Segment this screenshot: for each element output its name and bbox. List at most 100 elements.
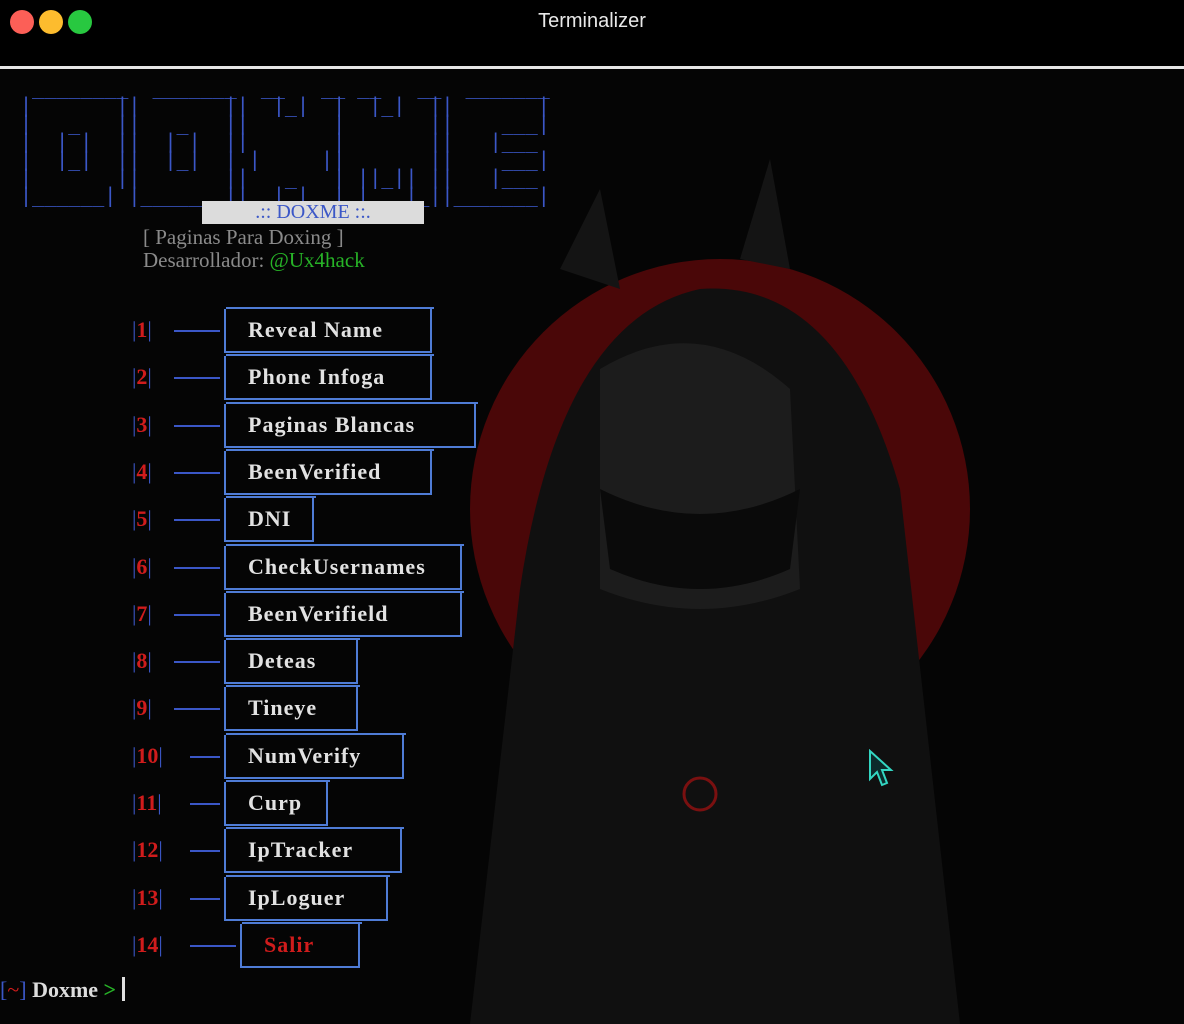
- menu-number-value: 14: [136, 932, 159, 957]
- menu-number-value: 11: [136, 790, 158, 815]
- menu-connector: [190, 945, 236, 947]
- menu-option-border-top: [226, 591, 464, 593]
- menu-item-4[interactable]: |4| BeenVerified: [0, 449, 520, 495]
- menu-option-box[interactable]: Phone Infoga: [224, 354, 434, 400]
- menu-item-2[interactable]: |2| Phone Infoga: [0, 354, 520, 400]
- menu-item-11[interactable]: |11| Curp: [0, 780, 520, 826]
- menu-option-box[interactable]: Salir: [240, 922, 362, 968]
- menu-item-number: |1|: [132, 317, 152, 342]
- menu-option-border-top: [226, 875, 390, 877]
- menu-item-number: |14|: [132, 932, 163, 957]
- menu-option-border-right: [358, 922, 360, 968]
- menu-number-value: 7: [136, 601, 148, 626]
- menu-option-box[interactable]: Curp: [224, 780, 330, 826]
- menu-item-8[interactable]: |8| Deteas: [0, 638, 520, 684]
- menu-option-label: Reveal Name: [248, 317, 384, 342]
- menu-item-7[interactable]: |7| BeenVerifield: [0, 591, 520, 637]
- menu-item-6[interactable]: |6| CheckUsernames: [0, 544, 520, 590]
- menu-option-border-right: [356, 685, 358, 731]
- prompt-close-bracket: ]: [19, 977, 27, 1002]
- menu-option-border-right: [386, 875, 388, 921]
- banner-subtitle: [ Paginas Para Doxing ]: [143, 225, 344, 249]
- prompt-tilde: ~: [7, 977, 20, 1002]
- menu-option-border-right: [430, 307, 432, 353]
- menu-item-10[interactable]: |10| NumVerify: [0, 733, 520, 779]
- menu-item-number: |5|: [132, 506, 152, 531]
- menu-option-border-top: [226, 544, 464, 546]
- menu-option-border-top: [226, 685, 360, 687]
- menu-option-label: DNI: [248, 506, 292, 531]
- menu-option-box[interactable]: Deteas: [224, 638, 360, 684]
- menu-option-border-top: [226, 402, 478, 404]
- command-prompt[interactable]: [~] Doxme >: [0, 977, 126, 1003]
- menu-option-label: IpLoguer: [248, 885, 346, 910]
- menu-connector: [174, 472, 220, 474]
- menu-item-5[interactable]: |5| DNI: [0, 496, 520, 542]
- menu-option-box[interactable]: Paginas Blancas: [224, 402, 478, 448]
- menu-connector: [190, 756, 220, 758]
- mouse-pointer-icon: [869, 749, 894, 787]
- menu-option-box[interactable]: BeenVerified: [224, 449, 434, 495]
- developer-credit: Desarrollador: @Ux4hack: [143, 248, 365, 273]
- menu-option-label: IpTracker: [248, 837, 354, 862]
- menu-number-value: 12: [136, 837, 159, 862]
- developer-handle: @Ux4hack: [269, 248, 365, 272]
- menu-option-border-right: [460, 544, 462, 590]
- menu-option-border-top: [226, 496, 316, 498]
- menu-connector: [174, 425, 220, 427]
- menu-item-number: |11|: [132, 790, 162, 815]
- menu-item-9[interactable]: |9| Tineye: [0, 685, 520, 731]
- menu-option-box[interactable]: DNI: [224, 496, 316, 542]
- menu-number-value: 10: [136, 743, 159, 768]
- menu-option-border-top: [226, 780, 330, 782]
- menu-option-border-top: [226, 638, 360, 640]
- menu-item-12[interactable]: |12| IpTracker: [0, 827, 520, 873]
- menu-option-label: NumVerify: [248, 743, 362, 768]
- menu-option-label: Curp: [248, 790, 303, 815]
- menu-number-value: 5: [136, 506, 148, 531]
- menu-number-value: 9: [136, 695, 148, 720]
- menu-connector: [190, 898, 220, 900]
- ascii-banner: ________ _______ __ __ __ __ _______ | |…: [20, 75, 610, 209]
- menu-option-border-top: [242, 922, 362, 924]
- menu-option-border-right: [430, 354, 432, 400]
- menu-option-box[interactable]: Reveal Name: [224, 307, 434, 353]
- developer-label: Desarrollador:: [143, 248, 265, 272]
- menu-connector: [174, 377, 220, 379]
- menu-connector: [174, 614, 220, 616]
- menu-option-border-right: [474, 402, 476, 448]
- menu-connector: [190, 850, 220, 852]
- menu-option-label: BeenVerifield: [248, 601, 389, 626]
- menu-option-border-right: [312, 496, 314, 542]
- menu-item-number: |7|: [132, 601, 152, 626]
- menu-number-value: 6: [136, 554, 148, 579]
- menu-connector: [174, 567, 220, 569]
- menu-option-border-top: [226, 827, 404, 829]
- menu-item-1[interactable]: |1| Reveal Name: [0, 307, 520, 353]
- prompt-arrow: >: [103, 977, 117, 1002]
- menu-item-3[interactable]: |3| Paginas Blancas: [0, 402, 520, 448]
- menu-item-13[interactable]: |13| IpLoguer: [0, 875, 520, 921]
- title-bar: Terminalizer: [0, 0, 1184, 66]
- menu-option-label: CheckUsernames: [248, 554, 426, 579]
- terminal-area[interactable]: ________ _______ __ __ __ __ _______ | |…: [0, 69, 1184, 1024]
- menu-option-box[interactable]: BeenVerifield: [224, 591, 464, 637]
- menu-option-box[interactable]: CheckUsernames: [224, 544, 464, 590]
- menu-option-label: Salir: [264, 932, 315, 957]
- menu-option-border-right: [460, 591, 462, 637]
- menu-option-box[interactable]: Tineye: [224, 685, 360, 731]
- menu-option-label: BeenVerified: [248, 459, 382, 484]
- menu-item-14[interactable]: |14| Salir: [0, 922, 520, 968]
- menu-item-number: |12|: [132, 837, 163, 862]
- menu-option-border-right: [402, 733, 404, 779]
- menu-option-border-right: [326, 780, 328, 826]
- menu-option-box[interactable]: NumVerify: [224, 733, 406, 779]
- menu-item-number: |3|: [132, 412, 152, 437]
- menu-item-number: |2|: [132, 364, 152, 389]
- menu-item-number: |13|: [132, 885, 163, 910]
- menu-number-value: 1: [136, 317, 148, 342]
- menu-number-value: 3: [136, 412, 148, 437]
- menu-item-number: |10|: [132, 743, 163, 768]
- menu-option-box[interactable]: IpTracker: [224, 827, 404, 873]
- menu-option-box[interactable]: IpLoguer: [224, 875, 390, 921]
